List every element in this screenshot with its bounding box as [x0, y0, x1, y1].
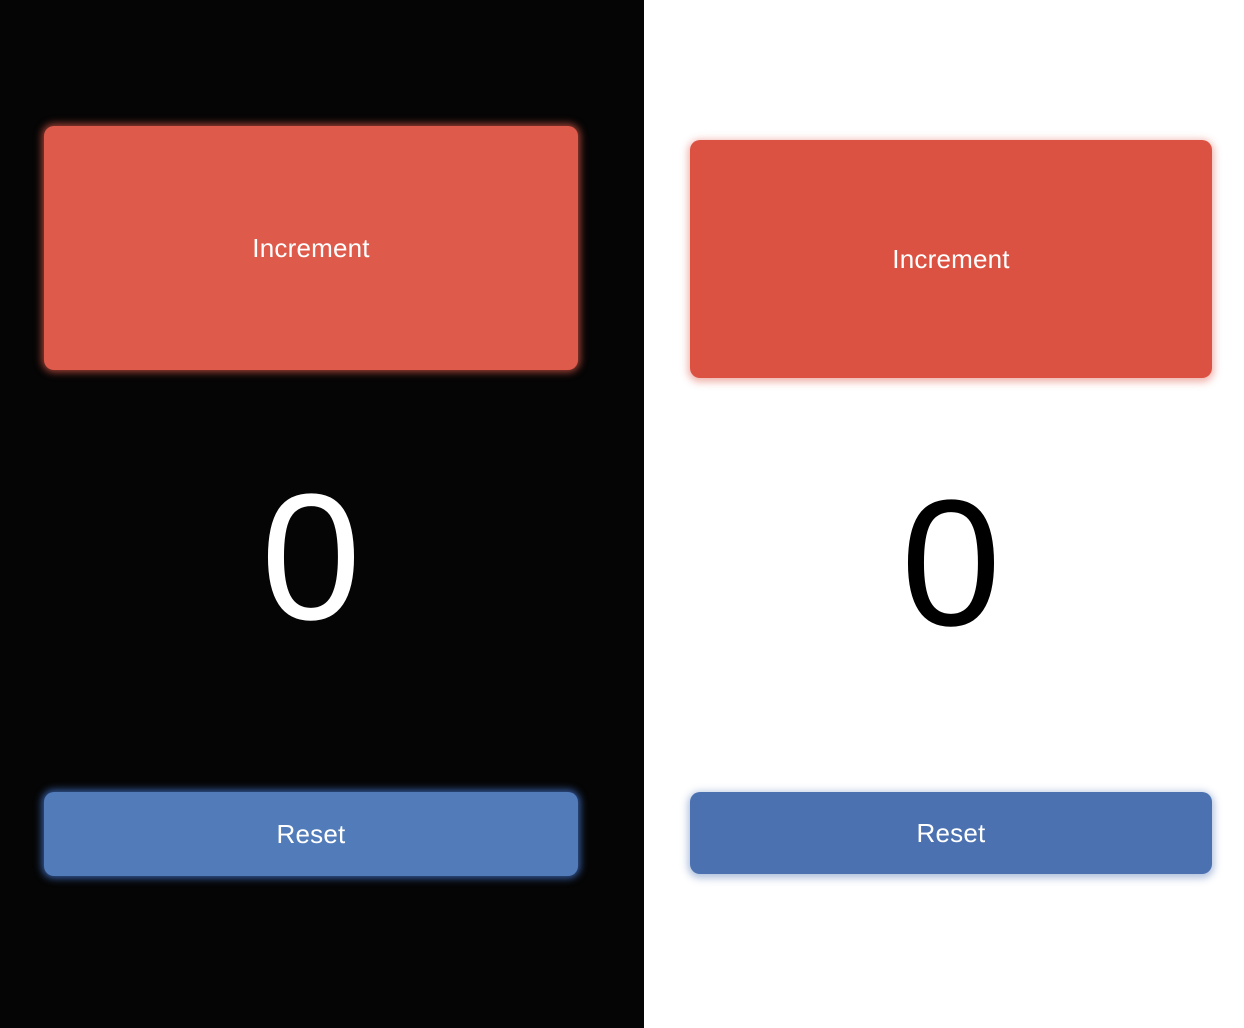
counter-display: 0: [900, 463, 1002, 664]
light-mode-screen: Increment 0 Reset: [644, 0, 1244, 1028]
counter-display: 0: [260, 457, 362, 658]
increment-button-label: Increment: [252, 232, 370, 263]
reset-button[interactable]: Reset: [44, 792, 578, 876]
increment-button[interactable]: Increment: [44, 126, 578, 370]
dark-mode-screen: Increment 0 Reset: [0, 0, 644, 1028]
reset-button[interactable]: Reset: [690, 792, 1212, 874]
increment-button-label: Increment: [892, 243, 1010, 274]
comparison-page: Increment 0 Reset Increment 0 Reset: [0, 0, 1244, 1028]
increment-button[interactable]: Increment: [690, 140, 1212, 378]
reset-button-label: Reset: [276, 818, 346, 849]
reset-button-label: Reset: [916, 817, 986, 848]
